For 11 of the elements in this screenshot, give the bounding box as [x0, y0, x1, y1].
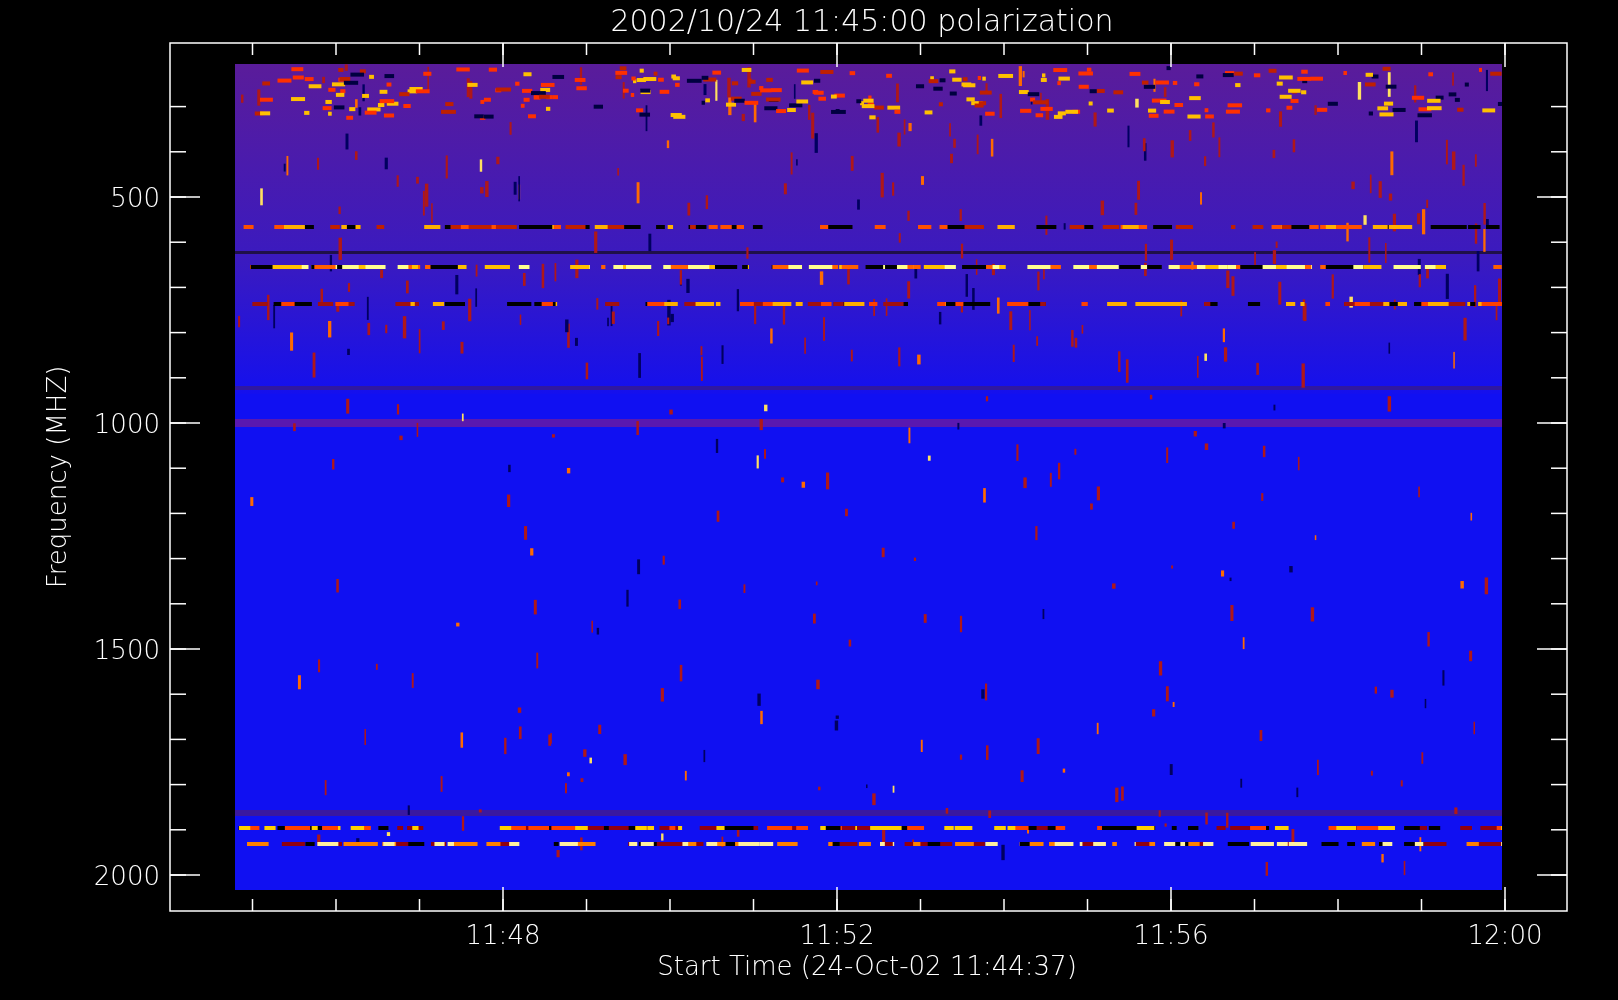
x-tick-label: 11:56	[1133, 920, 1209, 950]
x-axis-label: Start Time (24-Oct-02 11:44:37)	[657, 951, 1077, 981]
y-tick-label: 500	[110, 183, 160, 213]
y-tick-label: 1500	[93, 635, 160, 665]
chart-title: 2002/10/24 11:45:00 polarization	[610, 3, 1114, 38]
y-axis-label: Frequency (MHZ)	[42, 365, 72, 589]
x-tick-label: 12:00	[1467, 920, 1543, 950]
y-tick-label: 2000	[93, 861, 160, 891]
x-tick-label: 11:52	[799, 920, 875, 950]
x-tick-label: 11:48	[465, 920, 541, 950]
y-tick-label: 1000	[93, 409, 160, 439]
